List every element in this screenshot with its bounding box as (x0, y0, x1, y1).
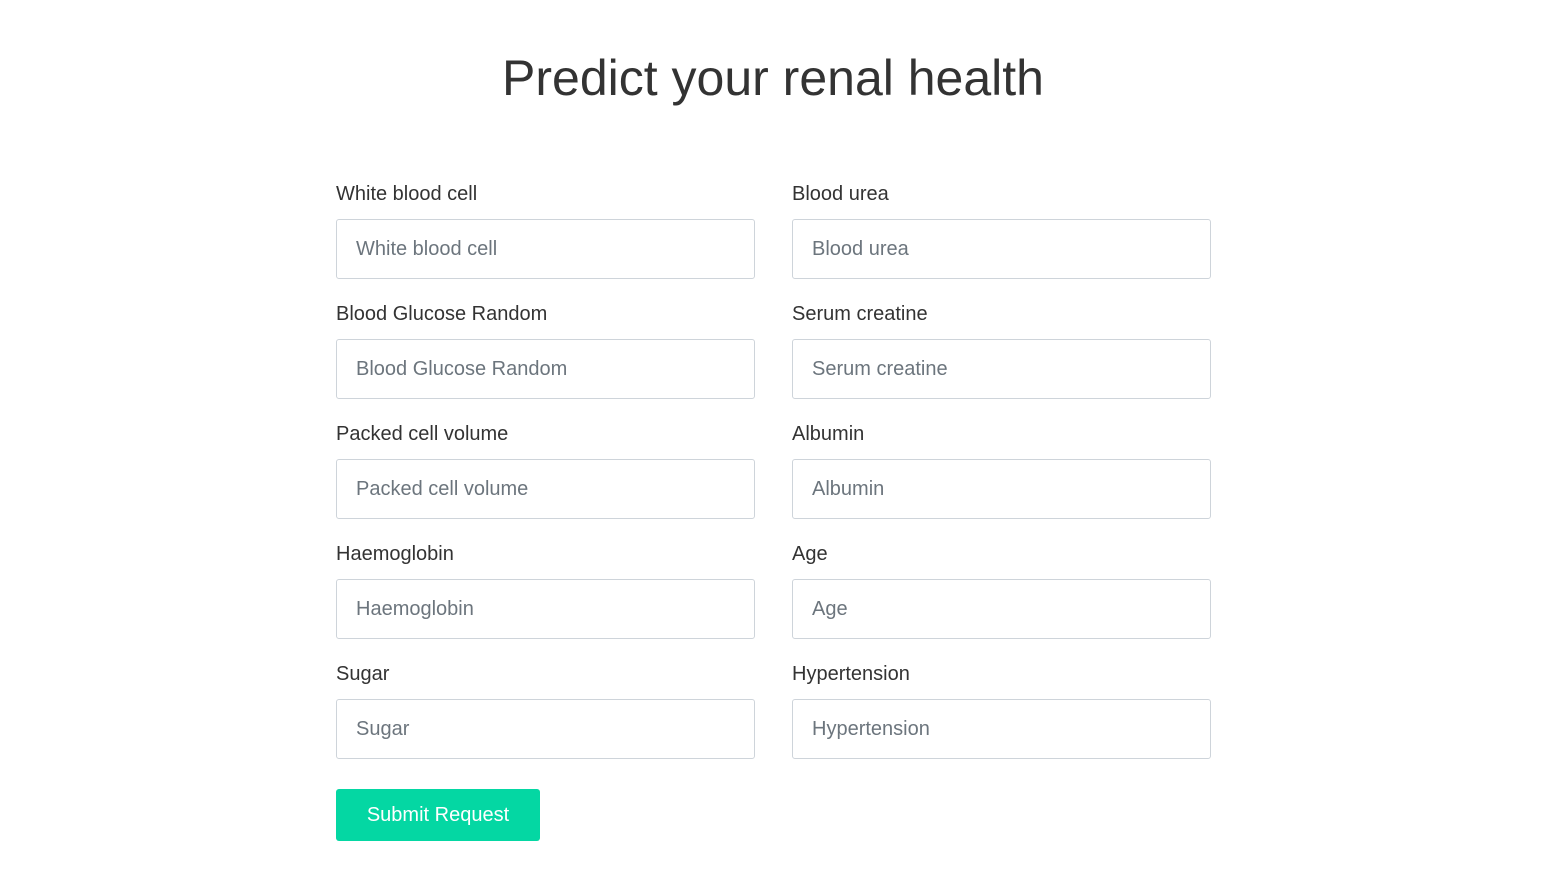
field-age: Age (792, 540, 1211, 660)
field-blood-urea: Blood urea (792, 180, 1211, 300)
age-label: Age (792, 543, 828, 565)
albumin-input[interactable] (792, 459, 1211, 519)
field-albumin: Albumin (792, 420, 1211, 540)
submit-request-button[interactable]: Submit Request (336, 789, 540, 841)
field-sugar: Sugar (336, 660, 755, 780)
blood-glucose-random-label: Blood Glucose Random (336, 303, 548, 325)
serum-creatine-label: Serum creatine (792, 303, 928, 325)
blood-urea-input[interactable] (792, 219, 1211, 279)
blood-glucose-random-input[interactable] (336, 339, 755, 399)
field-white-blood-cell: White blood cell (336, 180, 755, 300)
white-blood-cell-label: White blood cell (336, 183, 478, 205)
haemoglobin-label: Haemoglobin (336, 543, 454, 565)
field-blood-glucose-random: Blood Glucose Random (336, 300, 755, 420)
sugar-label: Sugar (336, 663, 390, 685)
field-haemoglobin: Haemoglobin (336, 540, 755, 660)
sugar-input[interactable] (336, 699, 755, 759)
blood-urea-label: Blood urea (792, 183, 889, 205)
page-title: Predict your renal health (502, 50, 1044, 106)
renal-health-form: White blood cell Blood urea Blood Glucos… (336, 180, 1211, 841)
packed-cell-volume-input[interactable] (336, 459, 755, 519)
age-input[interactable] (792, 579, 1211, 639)
white-blood-cell-input[interactable] (336, 219, 755, 279)
hypertension-label: Hypertension (792, 663, 910, 685)
hypertension-input[interactable] (792, 699, 1211, 759)
serum-creatine-input[interactable] (792, 339, 1211, 399)
form-grid: White blood cell Blood urea Blood Glucos… (336, 180, 1211, 780)
albumin-label: Albumin (792, 423, 865, 445)
page: Predict your renal health White blood ce… (0, 0, 1546, 889)
field-packed-cell-volume: Packed cell volume (336, 420, 755, 540)
field-serum-creatine: Serum creatine (792, 300, 1211, 420)
packed-cell-volume-label: Packed cell volume (336, 423, 509, 445)
haemoglobin-input[interactable] (336, 579, 755, 639)
field-hypertension: Hypertension (792, 660, 1211, 780)
